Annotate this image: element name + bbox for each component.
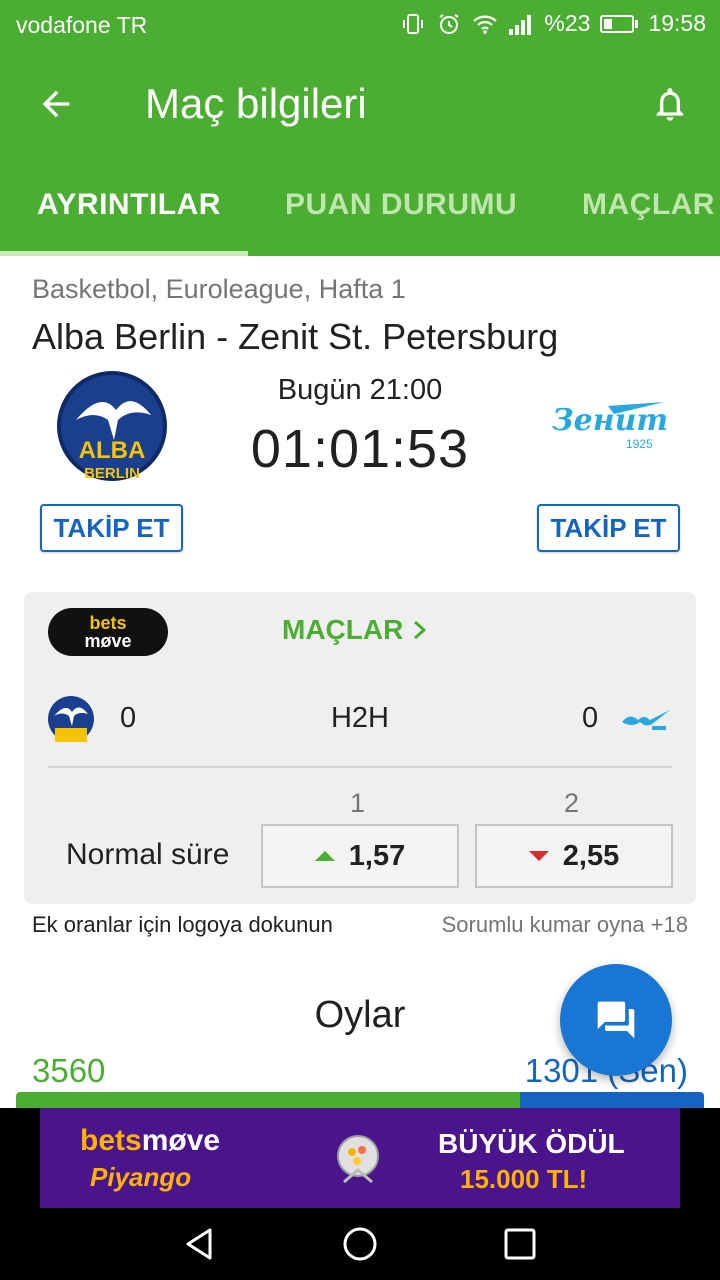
league-info: Basketbol, Euroleague, Hafta 1 (32, 274, 406, 304)
triangle-back-icon (186, 1228, 212, 1260)
chevron-right-icon (414, 620, 427, 640)
bell-icon (656, 88, 684, 121)
match-title: Alba Berlin - Zenit St. Petersburg (32, 316, 559, 357)
lottery-drum-icon (330, 1130, 386, 1186)
ad-prize-title: BÜYÜK ÖDÜL (438, 1128, 625, 1159)
signal-icon (508, 11, 534, 37)
page-title: Maç bilgileri (145, 80, 367, 127)
odds-col-1-header: 1 (350, 788, 366, 818)
nav-home-button[interactable] (342, 1226, 378, 1262)
arrow-left-icon (42, 90, 70, 118)
ad-area: betsmøve Piyango BÜYÜK ÖDÜL 15.000 TL! (0, 1108, 720, 1208)
ad-brand-part1: bets (80, 1124, 142, 1157)
nav-recents-button[interactable] (502, 1226, 538, 1262)
gambling-notice: Sorumlu kumar oyna +18 (441, 912, 688, 937)
divider (48, 766, 672, 768)
away-team-small-logo (620, 706, 672, 734)
chat-fab[interactable] (560, 964, 672, 1076)
odds-hint: Ek oranlar için logoya dokunun (32, 912, 333, 937)
wifi-icon (472, 11, 498, 37)
square-recents-icon (504, 1228, 536, 1260)
vibrate-icon (400, 11, 426, 37)
notifications-button[interactable] (650, 84, 690, 124)
ad-subtitle: Piyango (90, 1162, 192, 1192)
votes-bar-home[interactable] (16, 1092, 520, 1108)
bookmaker-logo[interactable]: bets møve (48, 608, 168, 656)
nav-back-button[interactable] (182, 1226, 218, 1262)
odds-card: bets møve MAÇLAR 0 H2H 0 1 2 Normal süre… (24, 592, 696, 904)
ad-brand: betsmøve (80, 1124, 220, 1158)
chat-icon (597, 1001, 635, 1039)
battery-icon (600, 14, 639, 33)
status-bar: vodafone TR %23 19:58 (0, 0, 720, 48)
battery-percent: %23 (544, 10, 591, 36)
circle-home-icon (343, 1227, 377, 1261)
app-bar: Maç bilgileri AYRINTILAR PUAN DURUMU MAÇ… (0, 48, 720, 256)
votes-home-count: 3560 (32, 1052, 106, 1089)
status-icons: %23 19:58 (400, 10, 706, 37)
market-label: Normal süre (66, 838, 230, 871)
away-logo-year: 1925 (626, 437, 653, 451)
odds-button-away[interactable]: 2,55 (475, 824, 673, 888)
tab-standings[interactable]: PUAN DURUMU (285, 188, 517, 222)
votes-bar (16, 1092, 704, 1108)
tab-bar: AYRINTILAR PUAN DURUMU MAÇLAR (0, 182, 720, 256)
tab-details[interactable]: AYRINTILAR (37, 188, 221, 222)
clock: 19:58 (648, 10, 706, 36)
trend-up-icon (314, 851, 335, 861)
away-logo-word: Зенит (552, 403, 666, 438)
back-button[interactable] (36, 84, 76, 124)
trend-down-icon (528, 851, 549, 861)
matches-link-label: MAÇLAR (282, 614, 404, 645)
odds-value-away: 2,55 (562, 839, 620, 872)
matches-link[interactable]: MAÇLAR (282, 614, 429, 646)
alarm-icon (436, 11, 462, 37)
follow-home-button[interactable]: TAKİP ET (40, 504, 183, 552)
odds-button-home[interactable]: 1,57 (261, 824, 459, 888)
odds-col-2-header: 2 (564, 788, 580, 818)
follow-away-button[interactable]: TAKİP ET (537, 504, 680, 552)
h2h-row: 0 H2H 0 (24, 692, 696, 748)
ad-brand-part2: møve (141, 1124, 221, 1157)
system-nav-bar (0, 1208, 720, 1280)
ad-prize-amount: 15.000 TL! (460, 1164, 588, 1194)
h2h-away-value: 0 (582, 702, 599, 734)
odds-value-home: 1,57 (348, 839, 406, 872)
votes-bar-away[interactable] (519, 1092, 704, 1108)
carrier-name: vodafone TR (16, 12, 148, 38)
tab-matches[interactable]: MAÇLAR (582, 188, 715, 222)
bookmaker-logo-line2: møve (84, 631, 132, 651)
bookmaker-logo-line1: bets (89, 613, 127, 633)
ad-banner[interactable]: betsmøve Piyango BÜYÜK ÖDÜL 15.000 TL! (40, 1108, 680, 1208)
away-team-logo[interactable]: Зенит 1925 (548, 396, 668, 456)
